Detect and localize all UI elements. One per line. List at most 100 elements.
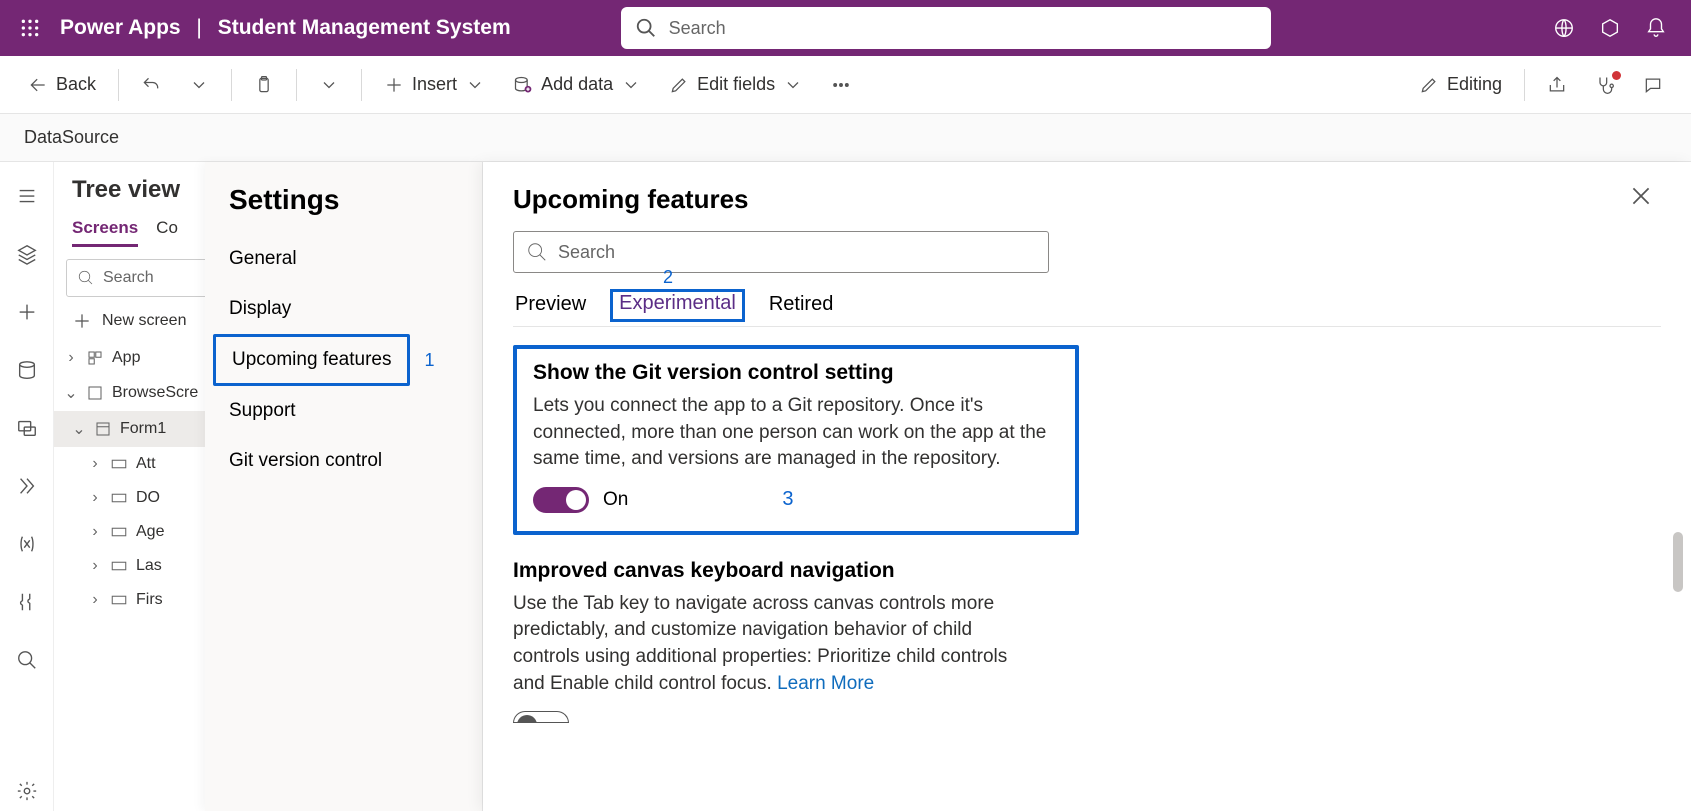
add-data-button[interactable]: Add data xyxy=(503,68,651,101)
rail-tools-button[interactable] xyxy=(7,582,47,622)
tree-item-label: Att xyxy=(136,455,156,473)
tab-screens[interactable]: Screens xyxy=(72,212,138,247)
pencil-icon xyxy=(1419,75,1439,95)
copilot-button[interactable] xyxy=(1587,5,1633,51)
rail-settings-button[interactable] xyxy=(7,771,47,811)
scrollbar-thumb[interactable] xyxy=(1673,532,1683,592)
feature-desc-text: Use the Tab key to navigate across canva… xyxy=(513,593,1007,694)
top-bar: Power Apps | Student Management System S… xyxy=(0,0,1691,56)
feature-keyboard-nav: Improved canvas keyboard navigation Use … xyxy=(513,559,1073,723)
settings-nav-upcoming[interactable]: Upcoming features xyxy=(213,334,410,386)
tab-preview[interactable]: Preview xyxy=(513,289,588,320)
screen-icon xyxy=(86,384,104,402)
global-search-placeholder: Search xyxy=(669,18,726,39)
chevron-down-icon xyxy=(621,75,641,95)
arrow-left-icon xyxy=(28,75,48,95)
brand-title: Power Apps | Student Management System xyxy=(60,16,511,40)
editing-label: Editing xyxy=(1447,74,1502,95)
tree-search-placeholder: Search xyxy=(103,269,154,287)
share-button[interactable] xyxy=(1537,69,1577,101)
notifications-button[interactable] xyxy=(1633,5,1679,51)
rail-variables-button[interactable] xyxy=(7,524,47,564)
annotation-2: 2 xyxy=(663,267,673,288)
edit-fields-button[interactable]: Edit fields xyxy=(659,68,813,101)
comments-button[interactable] xyxy=(1633,69,1673,101)
features-search-input[interactable]: Search xyxy=(513,231,1049,273)
environment-button[interactable] xyxy=(1541,5,1587,51)
left-rail xyxy=(0,162,54,811)
close-icon xyxy=(1628,183,1654,209)
add-data-label: Add data xyxy=(541,74,613,95)
chevron-down-icon xyxy=(465,75,485,95)
pencil-icon xyxy=(669,75,689,95)
app-launcher-button[interactable] xyxy=(12,10,48,46)
tab-experimental[interactable]: Experimental xyxy=(610,289,745,322)
learn-more-link[interactable]: Learn More xyxy=(777,673,874,694)
rail-tree-button[interactable] xyxy=(7,176,47,216)
rail-flows-button[interactable] xyxy=(7,466,47,506)
app-icon xyxy=(86,349,104,367)
tree-item-label: Las xyxy=(136,557,162,575)
separator xyxy=(231,69,232,101)
separator xyxy=(296,69,297,101)
close-button[interactable] xyxy=(1625,180,1657,212)
stethoscope-icon xyxy=(1595,75,1615,95)
tab-retired[interactable]: Retired xyxy=(767,289,835,320)
settings-nav-support[interactable]: Support xyxy=(205,386,482,436)
settings-nav-display[interactable]: Display xyxy=(205,284,482,334)
rail-search-button[interactable] xyxy=(7,640,47,680)
property-name[interactable]: DataSource xyxy=(24,127,119,148)
feature-git-version-control: Show the Git version control setting Let… xyxy=(513,345,1079,535)
editing-mode-button[interactable]: Editing xyxy=(1409,68,1512,101)
paste-menu-button[interactable] xyxy=(309,69,349,101)
rail-insert-button[interactable] xyxy=(7,234,47,274)
undo-button[interactable] xyxy=(131,69,171,101)
back-button[interactable]: Back xyxy=(18,68,106,101)
settings-body-panel: Upcoming features Search 2 Preview Exper… xyxy=(483,162,1691,811)
separator xyxy=(1524,69,1525,101)
more-icon xyxy=(831,75,851,95)
rail-add-button[interactable] xyxy=(7,292,47,332)
command-bar: Back Insert Add data Edit fields Editing xyxy=(0,56,1691,114)
chevron-down-icon xyxy=(783,75,803,95)
edit-fields-label: Edit fields xyxy=(697,74,775,95)
flow-icon xyxy=(16,475,38,497)
feature-title: Show the Git version control setting xyxy=(533,361,1059,385)
settings-title: Settings xyxy=(205,180,482,234)
global-search-input[interactable]: Search xyxy=(621,7,1271,49)
feature-title: Improved canvas keyboard navigation xyxy=(513,559,1073,583)
keyboard-nav-toggle[interactable] xyxy=(513,711,569,723)
paste-button[interactable] xyxy=(244,69,284,101)
rail-media-button[interactable] xyxy=(7,408,47,448)
tree-item-label: DO xyxy=(136,489,160,507)
back-label: Back xyxy=(56,74,96,95)
undo-menu-button[interactable] xyxy=(179,69,219,101)
search-icon xyxy=(526,241,548,263)
rail-data-button[interactable] xyxy=(7,350,47,390)
tree-item-label: Age xyxy=(136,523,164,541)
tree-item-label: App xyxy=(112,349,140,367)
settings-nav-general[interactable]: General xyxy=(205,234,482,284)
feature-tabs: Preview Experimental Retired xyxy=(513,289,1661,327)
insert-label: Insert xyxy=(412,74,457,95)
overflow-button[interactable] xyxy=(821,69,861,101)
chevron-down-icon xyxy=(319,75,339,95)
tab-components[interactable]: Co xyxy=(156,212,178,247)
app-checker-button[interactable] xyxy=(1585,69,1625,101)
tools-icon xyxy=(16,591,38,613)
card-icon xyxy=(110,455,128,473)
git-toggle[interactable] xyxy=(533,487,589,513)
search-icon xyxy=(635,17,657,39)
settings-nav-git[interactable]: Git version control xyxy=(205,436,482,486)
upcoming-features-title: Upcoming features xyxy=(513,184,1661,215)
insert-button[interactable]: Insert xyxy=(374,68,495,101)
annotation-1: 1 xyxy=(424,350,434,371)
card-icon xyxy=(110,523,128,541)
separator xyxy=(118,69,119,101)
settings-nav-panel: Settings General Display Upcoming featur… xyxy=(205,162,483,811)
plus-icon xyxy=(384,75,404,95)
separator xyxy=(361,69,362,101)
card-icon xyxy=(110,591,128,609)
layers-icon xyxy=(16,243,38,265)
form-icon xyxy=(94,420,112,438)
